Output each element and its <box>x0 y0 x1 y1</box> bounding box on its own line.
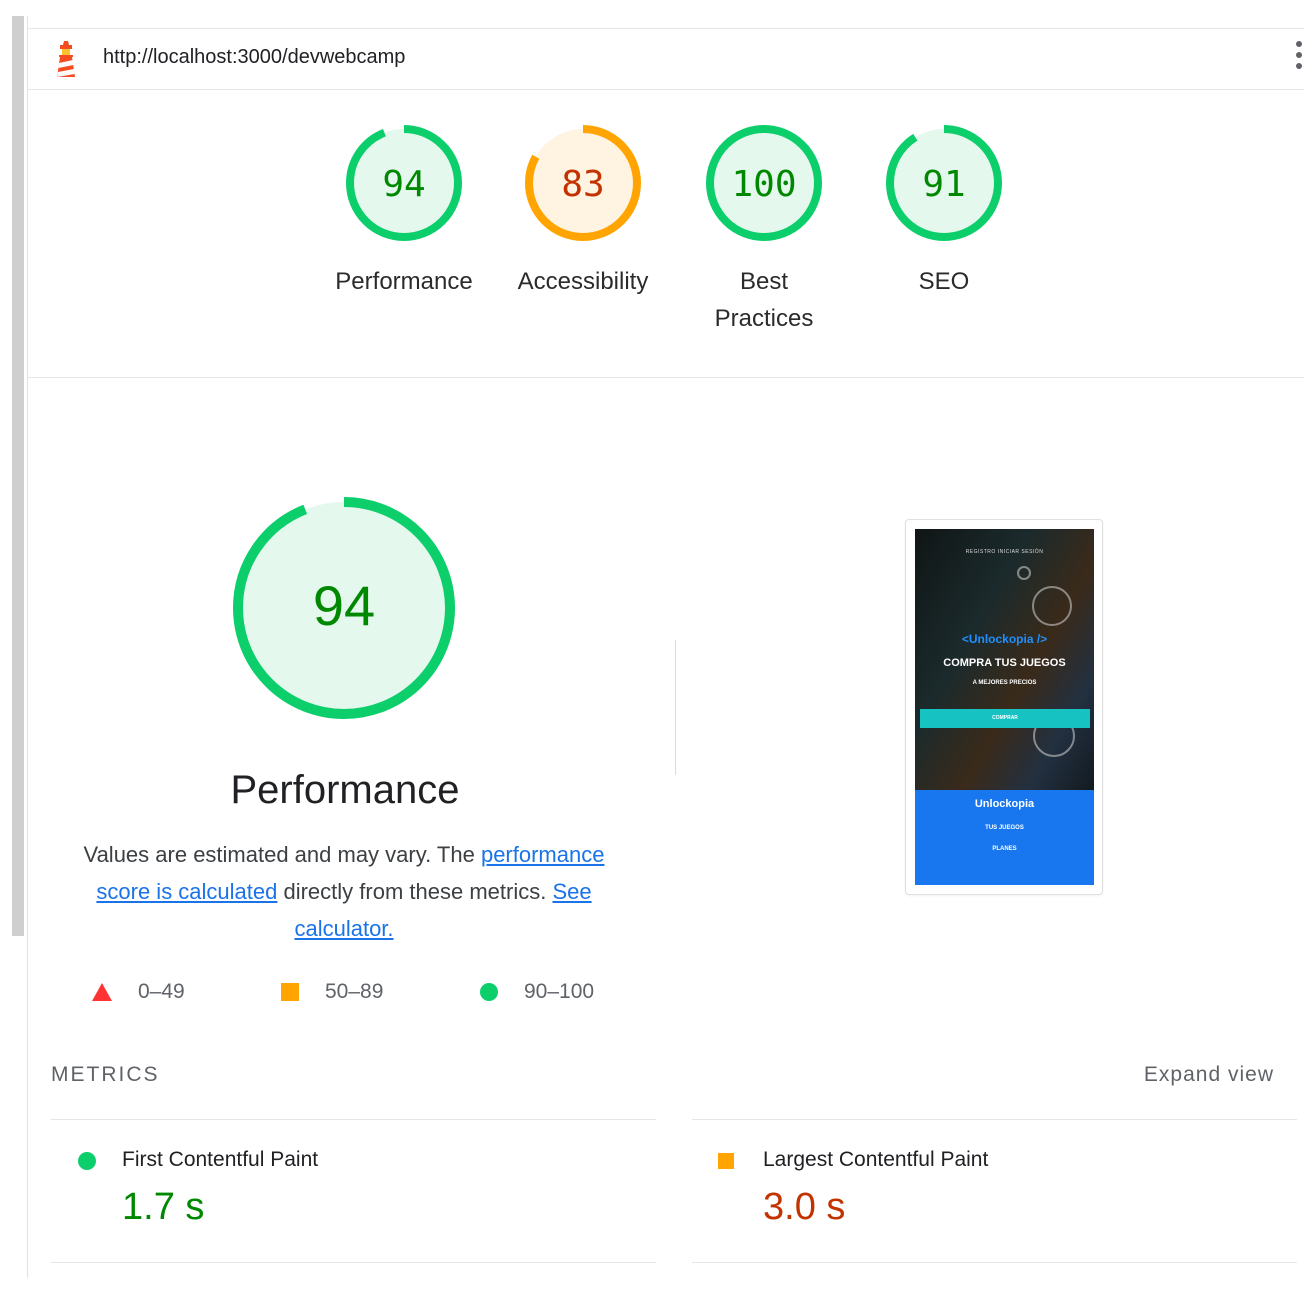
legend-pass: 90–100 <box>480 980 594 1004</box>
screenshot-footer-brand: Unlockopia <box>974 798 1035 810</box>
gauge-ring: 83 <box>525 125 641 241</box>
screenshot-subtitle: A MEJORES PRECIOS <box>972 680 1037 686</box>
gauge-seo[interactable]: 91 SEO <box>864 123 1024 300</box>
metrics-heading: METRICS <box>51 1063 160 1086</box>
screenshot-image: REGISTRO INICIAR SESIÓN <Unlockopia /> C… <box>915 529 1094 885</box>
gauge-accessibility[interactable]: 83 Accessibility <box>503 123 663 300</box>
expand-view-toggle[interactable]: Expand view <box>1144 1063 1274 1087</box>
kebab-menu-icon[interactable] <box>1294 41 1304 77</box>
gauge-score: 94 <box>382 164 425 205</box>
performance-gauge-ring: 94 <box>233 497 455 719</box>
screenshot-footer-item: PLANES <box>992 846 1017 852</box>
desc-text-2: directly from these metrics. <box>277 879 553 904</box>
average-square-icon <box>718 1153 734 1169</box>
legend-range: 90–100 <box>524 980 595 1003</box>
legend-fail: 0–49 <box>92 980 185 1004</box>
legend-average: 50–89 <box>281 980 383 1004</box>
gauge-label: Performance <box>335 268 473 295</box>
desc-text-1: Values are estimated and may vary. The <box>83 842 481 867</box>
screenshot-footer: Unlockopia TUS JUEGOS PLANES <box>915 790 1094 885</box>
metric-name: First Contentful Paint <box>122 1148 319 1171</box>
metric-value: 3.0 s <box>763 1186 846 1228</box>
square-icon <box>281 983 299 1001</box>
screenshot-footer-item: TUS JUEGOS <box>985 825 1024 831</box>
pass-circle-icon <box>78 1152 96 1170</box>
gauge-best-practices[interactable]: 100 Best Practices <box>684 123 844 337</box>
screenshot-hero: REGISTRO INICIAR SESIÓN <Unlockopia /> C… <box>915 529 1094 790</box>
category-gauges: 94 Performance 83 Accessibility 100 Best… <box>28 89 1304 378</box>
performance-score: 94 <box>313 574 375 637</box>
performance-description: Values are estimated and may vary. The p… <box>74 836 614 947</box>
screenshot-nav: REGISTRO INICIAR SESIÓN <box>965 549 1044 555</box>
metric-name: Largest Contentful Paint <box>763 1148 989 1171</box>
gauge-score: 83 <box>561 164 604 205</box>
metric-value: 1.7 s <box>122 1186 205 1228</box>
legend-range: 0–49 <box>138 980 185 1003</box>
lighthouse-icon <box>57 41 75 77</box>
legend-range: 50–89 <box>325 980 384 1003</box>
gauge-ring: 100 <box>706 125 822 241</box>
metrics-divider <box>692 1119 1297 1120</box>
section-divider <box>675 640 676 775</box>
metrics-divider <box>51 1119 656 1120</box>
performance-title: Performance <box>230 768 460 812</box>
gauge-ring: 91 <box>886 125 1002 241</box>
gauge-score: 100 <box>731 164 796 205</box>
screenshot-brand: <Unlockopia /> <box>961 632 1048 646</box>
screenshot-title: COMPRA TUS JUEGOS <box>943 657 1066 669</box>
gauge-label: Accessibility <box>517 268 649 295</box>
scrollbar[interactable] <box>12 16 24 936</box>
gauge-score: 91 <box>922 164 965 205</box>
gauge-label: SEO <box>918 268 970 295</box>
screenshot-button: COMPRAR <box>920 709 1090 728</box>
gauge-ring: 94 <box>346 125 462 241</box>
gauge-label: Best Practices <box>714 268 814 332</box>
report-url: http://localhost:3000/devwebcamp <box>103 46 406 68</box>
metrics-divider <box>692 1262 1297 1263</box>
report-topbar: http://localhost:3000/devwebcamp <box>28 28 1304 90</box>
circle-icon <box>480 983 498 1001</box>
gauge-performance[interactable]: 94 Performance <box>324 123 484 300</box>
performance-gauge-large: 94 <box>228 492 460 729</box>
triangle-icon <box>92 983 112 1001</box>
final-screenshot[interactable]: REGISTRO INICIAR SESIÓN <Unlockopia /> C… <box>905 519 1103 895</box>
metrics-divider <box>51 1262 656 1263</box>
